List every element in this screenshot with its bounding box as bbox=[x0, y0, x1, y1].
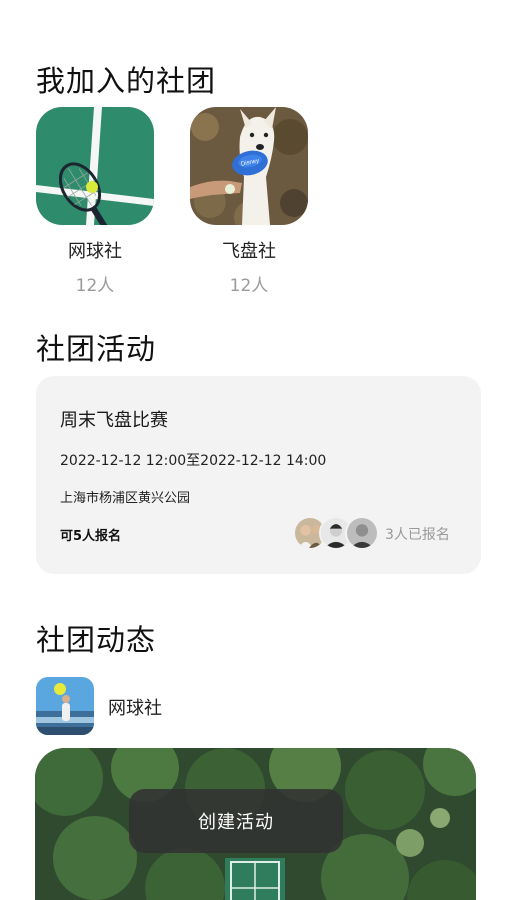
club-activities-title: 社团活动 bbox=[36, 332, 157, 366]
tennis-player-photo[interactable] bbox=[36, 677, 94, 735]
create-activity-toast: 创建活动 bbox=[129, 789, 343, 853]
feed-club-name: 网球社 bbox=[108, 698, 162, 719]
club-card-tennis[interactable]: 网球社 12人 bbox=[36, 107, 154, 296]
activity-title: 周末飞盘比赛 bbox=[60, 410, 168, 431]
club-member-count: 12人 bbox=[229, 276, 269, 296]
dog-frisbee-photo: Disney bbox=[190, 107, 308, 225]
tennis-court-racket-photo bbox=[36, 107, 154, 225]
activity-quota: 可5人报名 bbox=[60, 529, 122, 544]
participant-avatars[interactable] bbox=[293, 516, 379, 550]
activity-time: 2022-12-12 12:00至2022-12-12 14:00 bbox=[60, 453, 327, 469]
club-name: 飞盘社 bbox=[222, 241, 276, 262]
joined-clubs-title: 我加入的社团 bbox=[36, 64, 217, 98]
club-name: 网球社 bbox=[68, 241, 122, 262]
club-feed-title: 社团动态 bbox=[36, 623, 157, 657]
club-card-frisbee[interactable]: Disney 飞盘社 12人 bbox=[190, 107, 308, 296]
participant-avatar bbox=[345, 516, 379, 550]
club-home-screen: 我加入的社团 网球社 12人 Disney 飞盘社 12人 社团活动 周末飞盘比… bbox=[0, 0, 507, 900]
signed-up-count: 3人已报名 bbox=[385, 527, 450, 543]
toast-label: 创建活动 bbox=[198, 812, 274, 833]
club-member-count: 12人 bbox=[75, 276, 115, 296]
activity-location: 上海市杨浦区黄兴公园 bbox=[60, 491, 191, 506]
activity-card[interactable]: 周末飞盘比赛 2022-12-12 12:00至2022-12-12 14:00… bbox=[36, 376, 481, 574]
